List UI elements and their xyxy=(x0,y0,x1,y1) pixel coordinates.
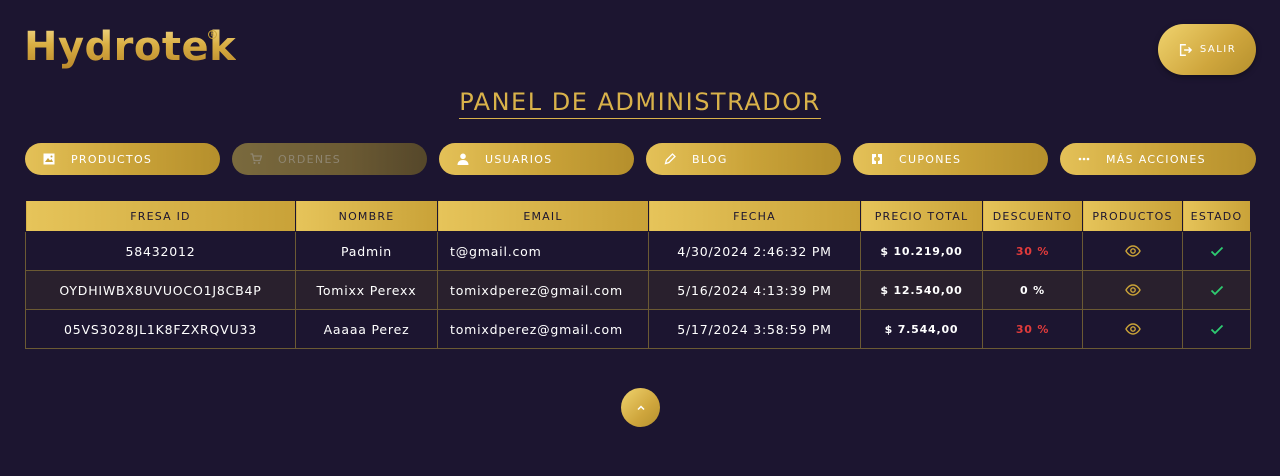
table-row: OYDHIWBX8UVUOCO1J8CB4P Tomixx Perexx tom… xyxy=(25,270,1251,310)
cell-products xyxy=(1082,270,1183,310)
chevron-up-icon xyxy=(636,404,645,410)
cell-id: 05VS3028JL1K8FZXRQVU33 xyxy=(25,309,296,349)
nav-usuarios-label: USUARIOS xyxy=(485,152,553,166)
cell-total: $ 10.219,00 xyxy=(860,231,983,271)
page-title: PANEL DE ADMINISTRADOR xyxy=(459,88,821,119)
brand-logo[interactable]: Hydrotek xyxy=(24,24,236,70)
cell-discount: 30 % xyxy=(982,231,1083,271)
nav-blog-button[interactable]: BLOG xyxy=(646,143,841,175)
orders-table: FRESA ID NOMBRE EMAIL FECHA PRECIO TOTAL… xyxy=(25,200,1251,349)
table-row: 58432012 Padmin t@gmail.com 4/30/2024 2:… xyxy=(25,231,1251,271)
image-icon xyxy=(43,153,55,165)
nav-blog-label: BLOG xyxy=(692,152,728,166)
col-fresa-id[interactable]: FRESA ID xyxy=(25,200,296,232)
cell-email: tomixdperez@gmail.com xyxy=(437,270,649,310)
cell-products xyxy=(1082,231,1183,271)
cell-total: $ 12.540,00 xyxy=(860,270,983,310)
nav-usuarios-button[interactable]: USUARIOS xyxy=(439,143,634,175)
user-icon xyxy=(457,153,469,165)
cart-icon xyxy=(250,153,262,164)
cell-email: tomixdperez@gmail.com xyxy=(437,309,649,349)
cell-name: Padmin xyxy=(295,231,438,271)
nav-ordenes-label: ORDENES xyxy=(278,152,341,166)
nav-productos-button[interactable]: PRODUCTOS xyxy=(25,143,220,175)
page-title-wrap: PANEL DE ADMINISTRADOR xyxy=(0,88,1280,119)
cell-discount: 30 % xyxy=(982,309,1083,349)
cell-id: 58432012 xyxy=(25,231,296,271)
cell-date: 4/30/2024 2:46:32 PM xyxy=(648,231,861,271)
col-estado[interactable]: ESTADO xyxy=(1182,200,1251,232)
dots-icon xyxy=(1078,157,1090,161)
logout-label: SALIR xyxy=(1199,44,1237,55)
registered-mark-icon: R xyxy=(208,30,217,39)
cell-name: Tomixx Perexx xyxy=(295,270,438,310)
logout-button[interactable]: SALIR xyxy=(1158,24,1256,75)
nav-ordenes-button[interactable]: ORDENES xyxy=(232,143,427,175)
col-fecha[interactable]: FECHA xyxy=(648,200,861,232)
cell-date: 5/16/2024 4:13:39 PM xyxy=(648,270,861,310)
logout-icon xyxy=(1179,43,1192,56)
cell-total: $ 7.544,00 xyxy=(860,309,983,349)
nav-mas-acciones-label: MÁS ACCIONES xyxy=(1106,152,1206,166)
scroll-to-top-button[interactable] xyxy=(621,388,660,427)
cell-discount: 0 % xyxy=(982,270,1083,310)
cell-status xyxy=(1182,231,1251,271)
ticket-icon xyxy=(872,154,882,164)
col-productos[interactable]: PRODUCTOS xyxy=(1082,200,1183,232)
cell-date: 5/17/2024 3:58:59 PM xyxy=(648,309,861,349)
check-icon xyxy=(1210,325,1223,335)
check-icon xyxy=(1210,286,1223,296)
table-row: 05VS3028JL1K8FZXRQVU33 Aaaaa Perez tomix… xyxy=(25,309,1251,349)
admin-nav: PRODUCTOS ORDENES USUARIOS BLOG CUPONES xyxy=(25,143,1256,175)
eye-icon[interactable] xyxy=(1124,243,1141,259)
nav-mas-acciones-button[interactable]: MÁS ACCIONES xyxy=(1060,143,1256,175)
cell-products xyxy=(1082,309,1183,349)
cell-id: OYDHIWBX8UVUOCO1J8CB4P xyxy=(25,270,296,310)
nav-cupones-label: CUPONES xyxy=(899,152,962,166)
nav-productos-label: PRODUCTOS xyxy=(71,152,153,166)
cell-name: Aaaaa Perez xyxy=(295,309,438,349)
eye-icon[interactable] xyxy=(1124,282,1141,298)
col-precio-total[interactable]: PRECIO TOTAL xyxy=(860,200,983,232)
pencil-icon xyxy=(664,153,676,165)
table-header-row: FRESA ID NOMBRE EMAIL FECHA PRECIO TOTAL… xyxy=(25,200,1251,232)
cell-status xyxy=(1182,270,1251,310)
eye-icon[interactable] xyxy=(1124,321,1141,337)
col-email[interactable]: EMAIL xyxy=(437,200,649,232)
cell-status xyxy=(1182,309,1251,349)
check-icon xyxy=(1210,247,1223,257)
col-descuento[interactable]: DESCUENTO xyxy=(982,200,1083,232)
col-nombre[interactable]: NOMBRE xyxy=(295,200,438,232)
nav-cupones-button[interactable]: CUPONES xyxy=(853,143,1048,175)
cell-email: t@gmail.com xyxy=(437,231,649,271)
